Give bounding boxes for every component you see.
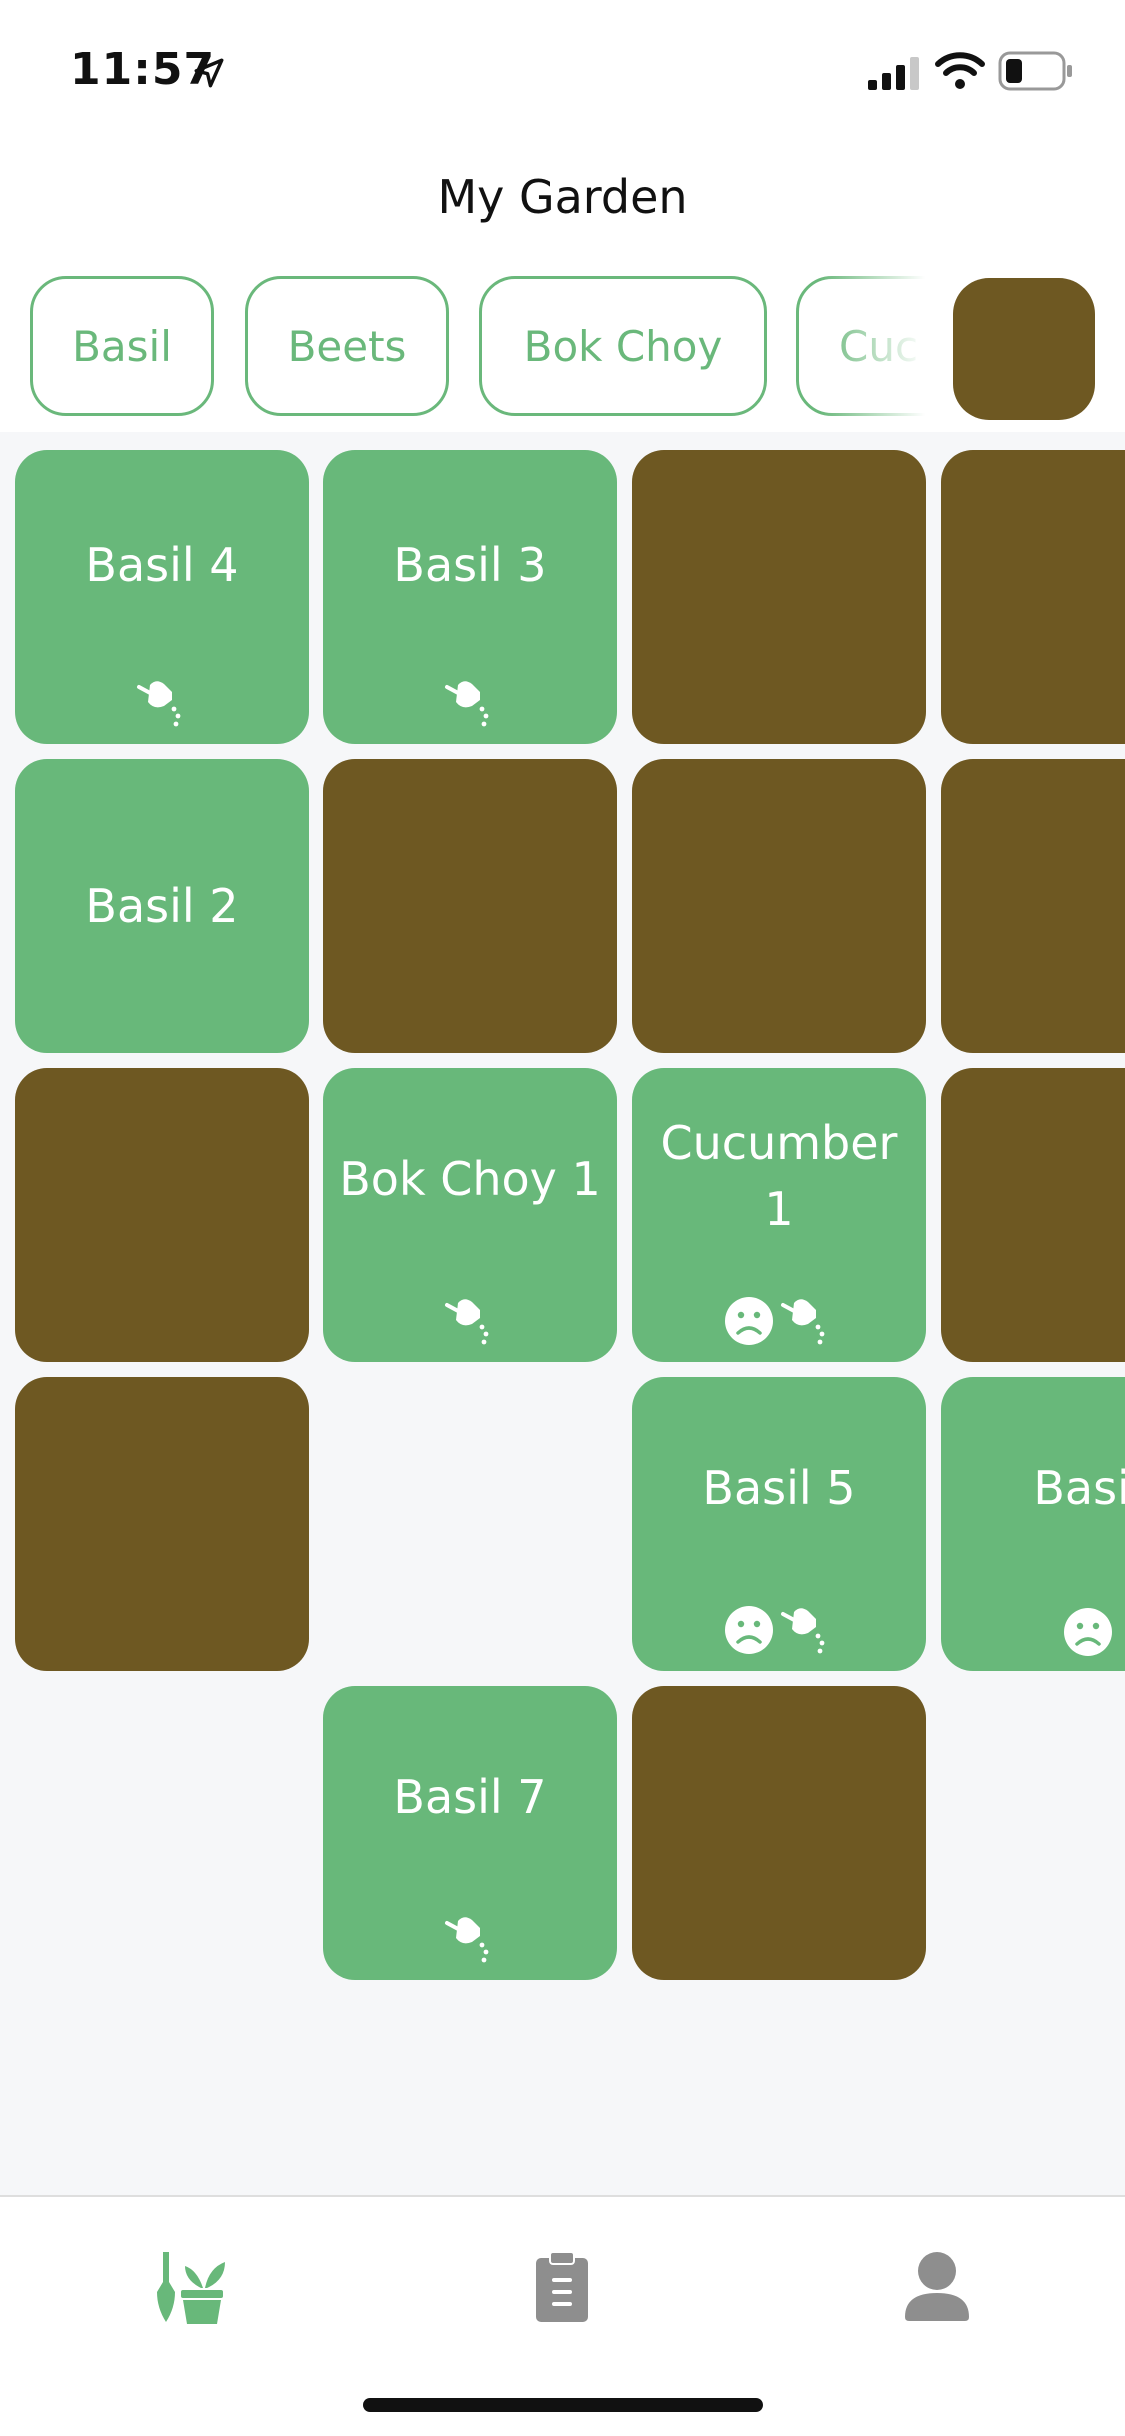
plot-soil[interactable] (15, 1068, 309, 1362)
plot-soil[interactable] (632, 759, 926, 1053)
plant-chip-row[interactable]: Basil Beets Bok Choy Cuc (0, 272, 925, 420)
chip-fade-overlay (820, 272, 925, 420)
plot-label: Basil 4 (85, 538, 239, 592)
watering-can-icon (445, 1299, 489, 1345)
tab-garden[interactable] (130, 2237, 250, 2337)
plot-basil-7[interactable]: Basil 7 (323, 1686, 617, 1980)
plot-soil[interactable] (941, 450, 1125, 744)
plot-soil[interactable] (941, 1068, 1125, 1362)
home-indicator (363, 2398, 763, 2412)
plot-label: Cucumber 1 (660, 1116, 898, 1236)
tab-profile[interactable] (877, 2237, 997, 2337)
plot-label: Basil 7 (393, 1770, 547, 1824)
sad-face-icon (1064, 1608, 1112, 1656)
watering-can-icon (445, 1917, 489, 1963)
plot-basil-2[interactable]: Basil 2 (15, 759, 309, 1053)
plot-bok-choy-1[interactable]: Bok Choy 1 (323, 1068, 617, 1362)
plot-cucumber-1[interactable]: Cucumber 1 (632, 1068, 926, 1362)
plant-chip-bok-choy[interactable]: Bok Choy (479, 276, 767, 416)
plot-soil[interactable] (941, 759, 1125, 1053)
location-arrow-icon (194, 58, 224, 88)
wifi-icon (935, 52, 985, 89)
watering-can-icon (781, 1299, 825, 1345)
garden-tools-icon (157, 2252, 225, 2324)
garden-grid[interactable]: Basil 4 Basil 3 Basil 2 Bok Choy 1 Cucum… (0, 432, 1125, 2195)
plot-label: Basil 2 (85, 879, 239, 933)
plot-basil-3[interactable]: Basil 3 (323, 450, 617, 744)
plot-soil[interactable] (15, 1377, 309, 1671)
watering-can-icon (445, 681, 489, 727)
watering-can-icon (781, 1608, 825, 1654)
battery-low-icon (998, 51, 1072, 91)
plot-label: Basil (1033, 1461, 1125, 1515)
watering-can-icon (137, 681, 181, 727)
plant-chip-beets[interactable]: Beets (245, 276, 449, 416)
plot-soil[interactable] (632, 1686, 926, 1980)
status-bar: 11:57 (0, 0, 1125, 140)
signal-bars-icon (868, 57, 919, 90)
tab-tasks[interactable] (502, 2237, 622, 2337)
page-title: My Garden (437, 170, 688, 224)
plot-soil[interactable] (632, 450, 926, 744)
soil-chip[interactable] (953, 278, 1095, 420)
plot-label: Basil 5 (702, 1461, 856, 1515)
plot-label: Bok Choy 1 (339, 1152, 601, 1206)
sad-face-icon (725, 1606, 773, 1654)
sad-face-icon (725, 1297, 773, 1345)
plot-basil-partial[interactable]: Basil (941, 1377, 1125, 1671)
plant-chip-basil[interactable]: Basil (30, 276, 214, 416)
clipboard-icon (536, 2251, 588, 2322)
plot-label: Basil 3 (393, 538, 547, 592)
plot-basil-5[interactable]: Basil 5 (632, 1377, 926, 1671)
plot-soil[interactable] (323, 759, 617, 1053)
user-icon (905, 2252, 969, 2321)
plot-basil-4[interactable]: Basil 4 (15, 450, 309, 744)
